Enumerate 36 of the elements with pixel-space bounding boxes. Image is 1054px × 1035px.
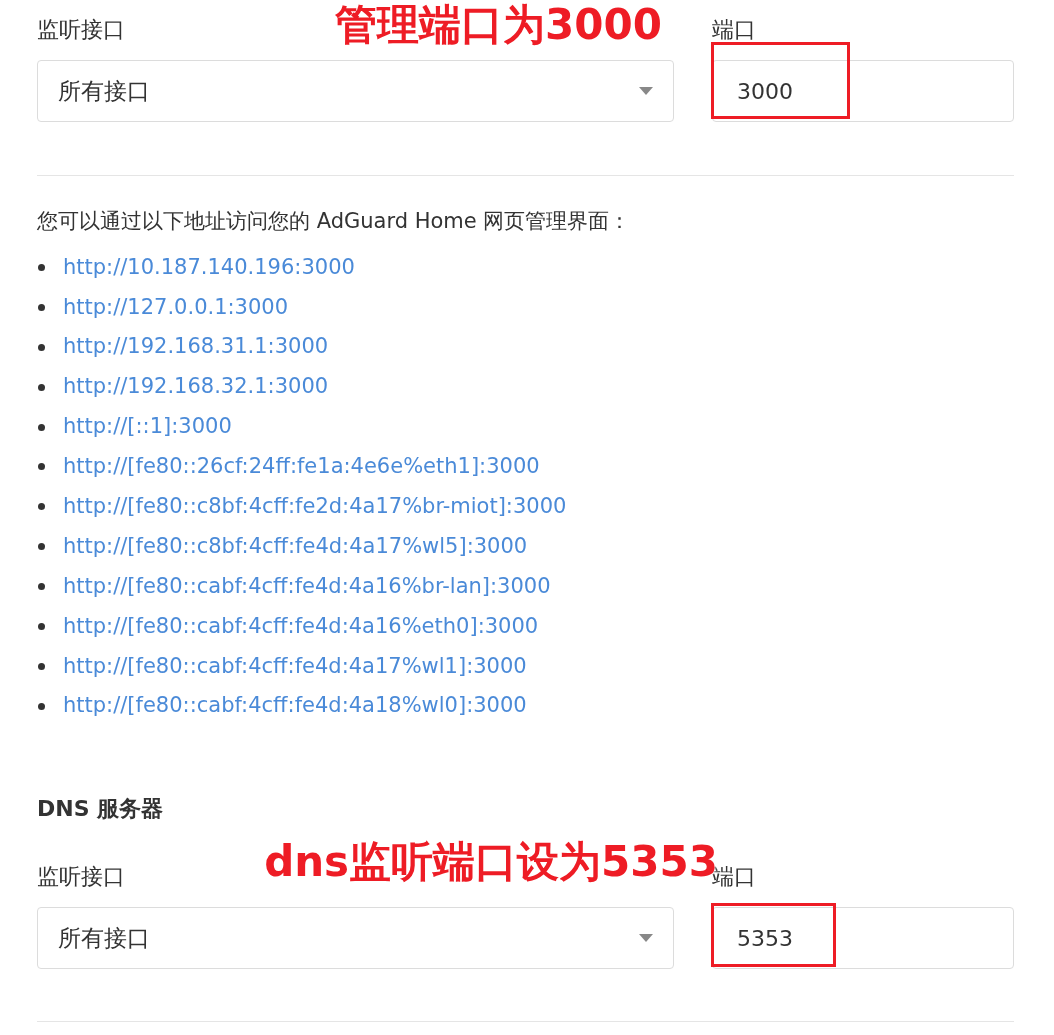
bullet-icon: [38, 503, 45, 511]
field-label: 监听接口: [37, 863, 125, 892]
address-link[interactable]: http://[::1]:3000: [63, 411, 232, 443]
bullet-icon: [38, 543, 45, 551]
address-link[interactable]: http://[fe80::c8bf:4cff:fe2d:4a17%br-miot]:3000: [63, 491, 567, 523]
address-link[interactable]: http://[fe80::cabf:4cff:fe4d:4a17%wl1]:3000: [63, 650, 527, 683]
bullet-icon: [38, 662, 45, 670]
field-label: 监听接口: [37, 16, 125, 44]
bullet-icon: [38, 702, 45, 710]
access-description: 您可以通过以下地址访问您的 AdGuard Home 网页管理界面：: [37, 208, 632, 235]
field-label: 端口: [712, 16, 756, 44]
address-link[interactable]: http://[fe80::cabf:4cff:fe4d:4a18%wl0]:3000: [63, 690, 527, 722]
annotation-text: 管理端口为3000: [335, 0, 662, 50]
bullet-icon: [38, 622, 45, 630]
port-field[interactable]: 3000: [712, 60, 1014, 122]
bullet-icon: [38, 343, 45, 351]
bullet-icon: [38, 303, 45, 311]
address-link[interactable]: http://[fe80::26cf:24ff:fe1a:4e6e%eth1]:3000: [63, 451, 540, 483]
address-link[interactable]: http://127.0.0.1:3000: [63, 291, 289, 324]
address-link[interactable]: http://[fe80::c8bf:4cff:fe4d:4a17%wl5]:3000: [63, 530, 528, 563]
port-field[interactable]: 5353: [712, 907, 1014, 970]
address-link[interactable]: http://[fe80::cabf:4cff:fe4d:4a16%eth0]:3000: [63, 610, 539, 643]
address-link[interactable]: http://[fe80::cabf:4cff:fe4d:4a16%br-lan]:3000: [63, 570, 551, 603]
address-link[interactable]: http://10.187.140.196:3000: [63, 251, 355, 284]
section-title: DNS 服务器: [37, 795, 165, 824]
bullet-icon: [38, 583, 45, 591]
address-link[interactable]: http://192.168.32.1:3000: [63, 371, 329, 403]
address-link[interactable]: http://192.168.31.1:3000: [63, 331, 329, 363]
interface-select[interactable]: 所有接口: [37, 907, 674, 970]
caret-icon: [639, 934, 653, 943]
interface-select[interactable]: 所有接口: [37, 60, 674, 122]
bullet-icon: [38, 383, 45, 391]
caret-icon: [639, 87, 653, 95]
bullet-icon: [38, 463, 45, 471]
bullet-icon: [38, 263, 45, 271]
bullet-icon: [38, 423, 45, 431]
